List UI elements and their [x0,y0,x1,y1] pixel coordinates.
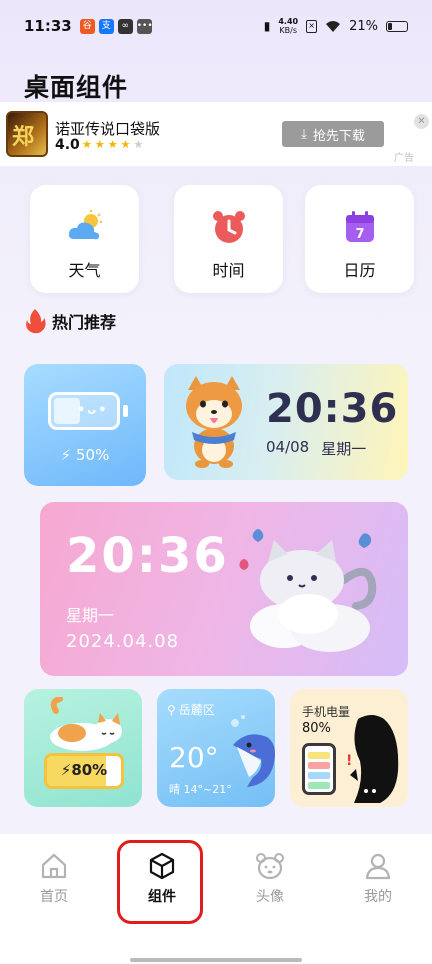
star-icon: ★★★★ [82,138,134,151]
no-sim-icon: × [306,19,318,33]
weather-location-row: ⚲ 岳麓区 [167,701,215,718]
bear-icon [256,853,284,880]
category-label: 天气 [68,261,101,280]
cat-clock-date: 2024.04.08 [66,631,180,652]
sleeping-cat-illustration [50,697,122,751]
ad-rating: 4.0 [55,137,80,153]
black-cat-illustration: ! [346,715,399,803]
weather-temp: 20° [169,741,219,774]
weather-icon [68,210,102,240]
game-logo-text: 郑 [12,124,35,150]
download-button[interactable]: ⤓ 抢先下载 [282,121,384,147]
cat-battery-body: ⚡80% [44,753,124,789]
star-empty-icon: ★ [133,138,147,151]
person-icon [365,853,391,880]
battery-bar [308,772,330,779]
nav-home-label: 首页 [40,889,68,905]
dolphin-illustration [231,715,275,787]
wifi-icon [326,20,341,32]
battery-icon [386,20,408,32]
battery-face-tip [123,405,128,417]
ad-close-icon[interactable]: ✕ [414,114,429,129]
hot-section-label: 热门推荐 [52,313,117,332]
widget-battery-face[interactable]: •ᴗ• ⚡ 50% [24,364,146,486]
alarm-clock-icon [213,211,245,243]
alipay-icon: 支 [98,18,114,34]
vibrate-icon: ▮ [263,19,271,33]
widget-cat-battery[interactable]: ⚡80% [24,689,142,807]
weather-desc: 晴 14°~21° [169,783,232,796]
game-logo[interactable]: 郑 [6,111,48,157]
shiba-clock-date: 04/08 [266,438,310,456]
net-speed: 4.40 KB/s [278,17,298,35]
battery-bar [308,782,330,789]
svg-text:!: ! [346,753,352,769]
app-notification-icon: 谷 [79,18,95,34]
category-calendar[interactable]: 7 日历 [305,185,414,293]
status-time: 11:33 [24,17,72,35]
shiba-clock-weekday: 星期一 [321,440,367,458]
status-right: ▮ 4.40 KB/s × 21% [264,17,408,35]
category-label: 日历 [343,261,376,280]
shiba-clock-date-row: 04/08 星期一 [266,438,366,459]
shiba-clock-time: 20:36 [266,386,399,432]
rating-stars: ★★★★★ [82,138,146,151]
nav-profile[interactable]: 我的 [348,852,408,906]
highlight-annotation [117,840,203,924]
widget-cat-clock[interactable]: 20:36 星期一 2024.04.08 [40,502,408,676]
battery-face-eyes: •ᴗ• [77,403,109,418]
battery-face-value: ⚡ 50% [24,446,146,464]
cat-clock-weekday: 星期一 [66,606,115,625]
battery-bar [308,752,330,759]
home-indicator[interactable] [130,958,302,962]
battery-face-body: •ᴗ• [48,392,120,430]
ad-tag: 广告 [394,153,414,164]
widget-weather[interactable]: ⚲ 岳麓区 20° 晴 14°~21° [157,689,275,807]
cat-clock-time: 20:36 [66,528,229,584]
net-speed-value: 4.40 [278,17,299,26]
status-bar: 11:33 谷 支 ∞ ••• ▮ 4.40 KB/s × 21% [0,0,432,52]
page-title: 桌面组件 [24,73,129,102]
phone-battery-body [302,743,336,795]
battery-face-percent: 50% [75,446,110,464]
weather-location: 岳麓区 [178,703,215,717]
category-time[interactable]: 时间 [174,185,283,293]
nav-profile-label: 我的 [364,889,392,905]
battery-bar [308,762,330,769]
download-button-label: 抢先下载 [312,128,365,144]
home-icon [41,853,67,879]
phone-battery-title: 手机电量 [302,705,351,719]
widget-shiba-clock[interactable]: 20:36 04/08 星期一 [164,364,408,480]
category-label: 时间 [212,261,245,280]
cat-battery-percent: 80% [71,761,108,779]
cat-cloud-illustration [239,529,377,652]
category-weather[interactable]: 天气 [30,185,139,293]
calendar-icon: 7 [346,211,374,242]
ad-title[interactable]: 诺亚传说口袋版 [55,118,160,139]
shiba-dog-illustration [186,376,242,468]
nav-avatar-label: 头像 [256,889,284,905]
location-pin-icon: ⚲ [167,702,176,717]
hot-section-title: 热门推荐 [24,308,116,334]
bolt-icon: ⚡ [60,761,72,779]
phone-battery-value: 80% [302,721,331,736]
flame-icon [26,309,46,334]
nav-home[interactable]: 首页 [24,852,84,906]
calendar-day: 7 [355,227,364,242]
more-notifications-icon: ••• [136,18,153,34]
bolt-icon: ⚡ [60,446,72,464]
cat-battery-value: ⚡80% [47,761,121,779]
net-speed-unit: KB/s [279,26,298,35]
notification-icons: 谷 支 ∞ ••• [79,18,153,34]
link-icon: ∞ [117,18,133,34]
widget-phone-battery[interactable]: 手机电量 80% ! [290,689,408,807]
nav-avatar[interactable]: 头像 [240,852,300,906]
battery-percent: 21% [349,18,378,34]
download-icon: ⤓ [301,126,307,142]
